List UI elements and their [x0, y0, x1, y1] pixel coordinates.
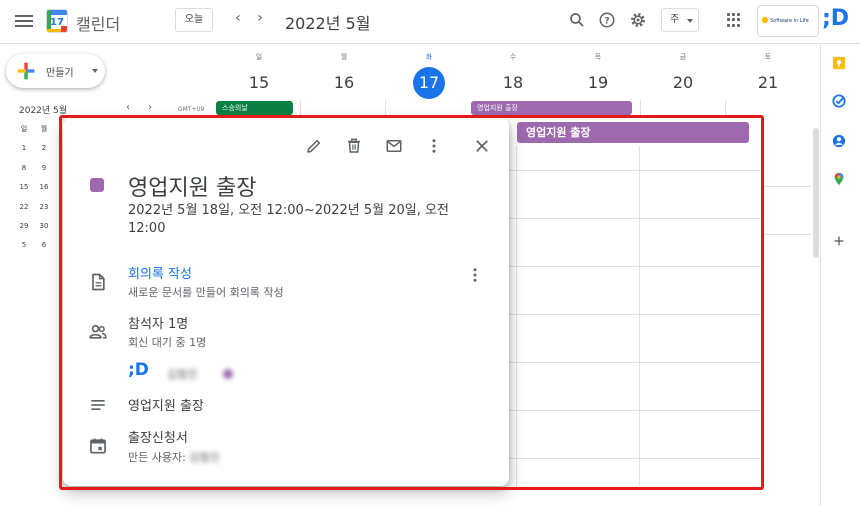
day-number[interactable]: 17	[413, 67, 445, 99]
day-header-sun[interactable]: 일 15	[239, 52, 279, 99]
mini-calendar-title: 2022년 5월	[19, 106, 68, 116]
next-week-button[interactable]: ›	[252, 10, 268, 26]
day-of-week: 수	[509, 53, 517, 61]
mini-day[interactable]: 1	[14, 144, 34, 152]
mini-day[interactable]: 8	[14, 164, 34, 172]
holiday-event-chip[interactable]: 스승의날	[216, 101, 293, 115]
chevron-down-icon	[92, 69, 98, 73]
mini-day[interactable]: 23	[34, 203, 54, 211]
mini-day[interactable]: 15	[14, 183, 34, 191]
grid-line	[725, 100, 726, 115]
mini-day[interactable]: 9	[34, 164, 54, 172]
day-of-week: 화	[425, 53, 433, 61]
brand-leaf-icon	[761, 16, 769, 24]
highlight-outline	[59, 115, 764, 490]
day-of-week: 토	[764, 53, 772, 61]
today-button[interactable]: 오늘	[175, 8, 213, 32]
scrollbar[interactable]	[813, 128, 819, 258]
grid-line	[764, 186, 811, 187]
apps-grid-icon[interactable]	[727, 13, 741, 27]
add-addon-plus-icon[interactable]	[832, 234, 846, 248]
day-number[interactable]: 19	[582, 67, 614, 99]
chevron-down-icon	[687, 19, 693, 23]
day-of-week: 월	[340, 53, 348, 61]
mini-day[interactable]: 22	[14, 203, 34, 211]
day-of-week: 목	[594, 53, 602, 61]
day-header-wed[interactable]: 수 18	[493, 52, 533, 99]
day-header-tue-today[interactable]: 화 17	[409, 52, 449, 99]
account-brand-badge[interactable]: Software in Life	[757, 5, 819, 37]
mini-day[interactable]: 2	[34, 144, 54, 152]
main-menu-icon[interactable]	[14, 12, 34, 32]
day-of-week: 금	[679, 53, 687, 61]
tasks-icon[interactable]	[832, 94, 846, 108]
prev-week-button[interactable]: ‹	[230, 10, 246, 26]
grid-line	[300, 100, 301, 115]
calendar-logo-icon[interactable]: 17	[46, 9, 68, 33]
day-header-thu[interactable]: 목 19	[578, 52, 618, 99]
mini-dow: 일	[20, 125, 28, 133]
create-button[interactable]: 만들기	[6, 54, 105, 88]
mini-day[interactable]: 16	[34, 183, 54, 191]
plus-icon	[17, 62, 35, 80]
search-icon[interactable]	[568, 11, 586, 29]
grid-line	[764, 234, 811, 235]
brand-logo[interactable]: ;D	[822, 6, 849, 31]
settings-gear-icon[interactable]	[629, 11, 647, 29]
side-rail-divider	[820, 44, 821, 506]
mini-day[interactable]: 5	[14, 241, 34, 249]
day-header-fri[interactable]: 금 20	[663, 52, 703, 99]
brand-text: Software in Life	[770, 18, 809, 24]
allday-event-chip[interactable]: 영업지원 출장	[471, 101, 632, 115]
keep-icon[interactable]	[832, 56, 846, 70]
grid-line	[640, 100, 641, 115]
view-selector-label: 주	[670, 14, 680, 25]
top-bar: 17 캘린더 오늘 ‹ › 2022년 5월 ? 주 Software in L…	[0, 0, 860, 44]
day-number[interactable]: 16	[328, 67, 360, 99]
contacts-icon[interactable]	[832, 134, 846, 148]
day-header-mon[interactable]: 월 16	[324, 52, 364, 99]
day-number[interactable]: 20	[667, 67, 699, 99]
grid-line	[385, 100, 386, 115]
view-selector[interactable]: 주	[661, 8, 699, 32]
day-header-sat[interactable]: 토 21	[748, 52, 788, 99]
day-of-week: 일	[255, 53, 263, 61]
day-number[interactable]: 18	[497, 67, 529, 99]
svg-text:?: ?	[604, 16, 609, 26]
mini-dow: 월	[40, 125, 48, 133]
mini-day[interactable]: 30	[34, 222, 54, 230]
month-title: 2022년 5월	[285, 14, 371, 33]
create-button-label: 만들기	[46, 68, 74, 79]
app-title: 캘린더	[76, 15, 121, 34]
mini-prev-button[interactable]: ‹	[126, 102, 130, 113]
help-icon[interactable]: ?	[598, 11, 616, 29]
timezone-label: GMT+09	[178, 106, 205, 113]
day-number[interactable]: 21	[752, 67, 784, 99]
mini-next-button[interactable]: ›	[148, 102, 152, 113]
mini-day[interactable]: 6	[34, 241, 54, 249]
maps-icon[interactable]	[832, 172, 846, 186]
mini-day[interactable]: 29	[14, 222, 34, 230]
day-number[interactable]: 15	[243, 67, 275, 99]
